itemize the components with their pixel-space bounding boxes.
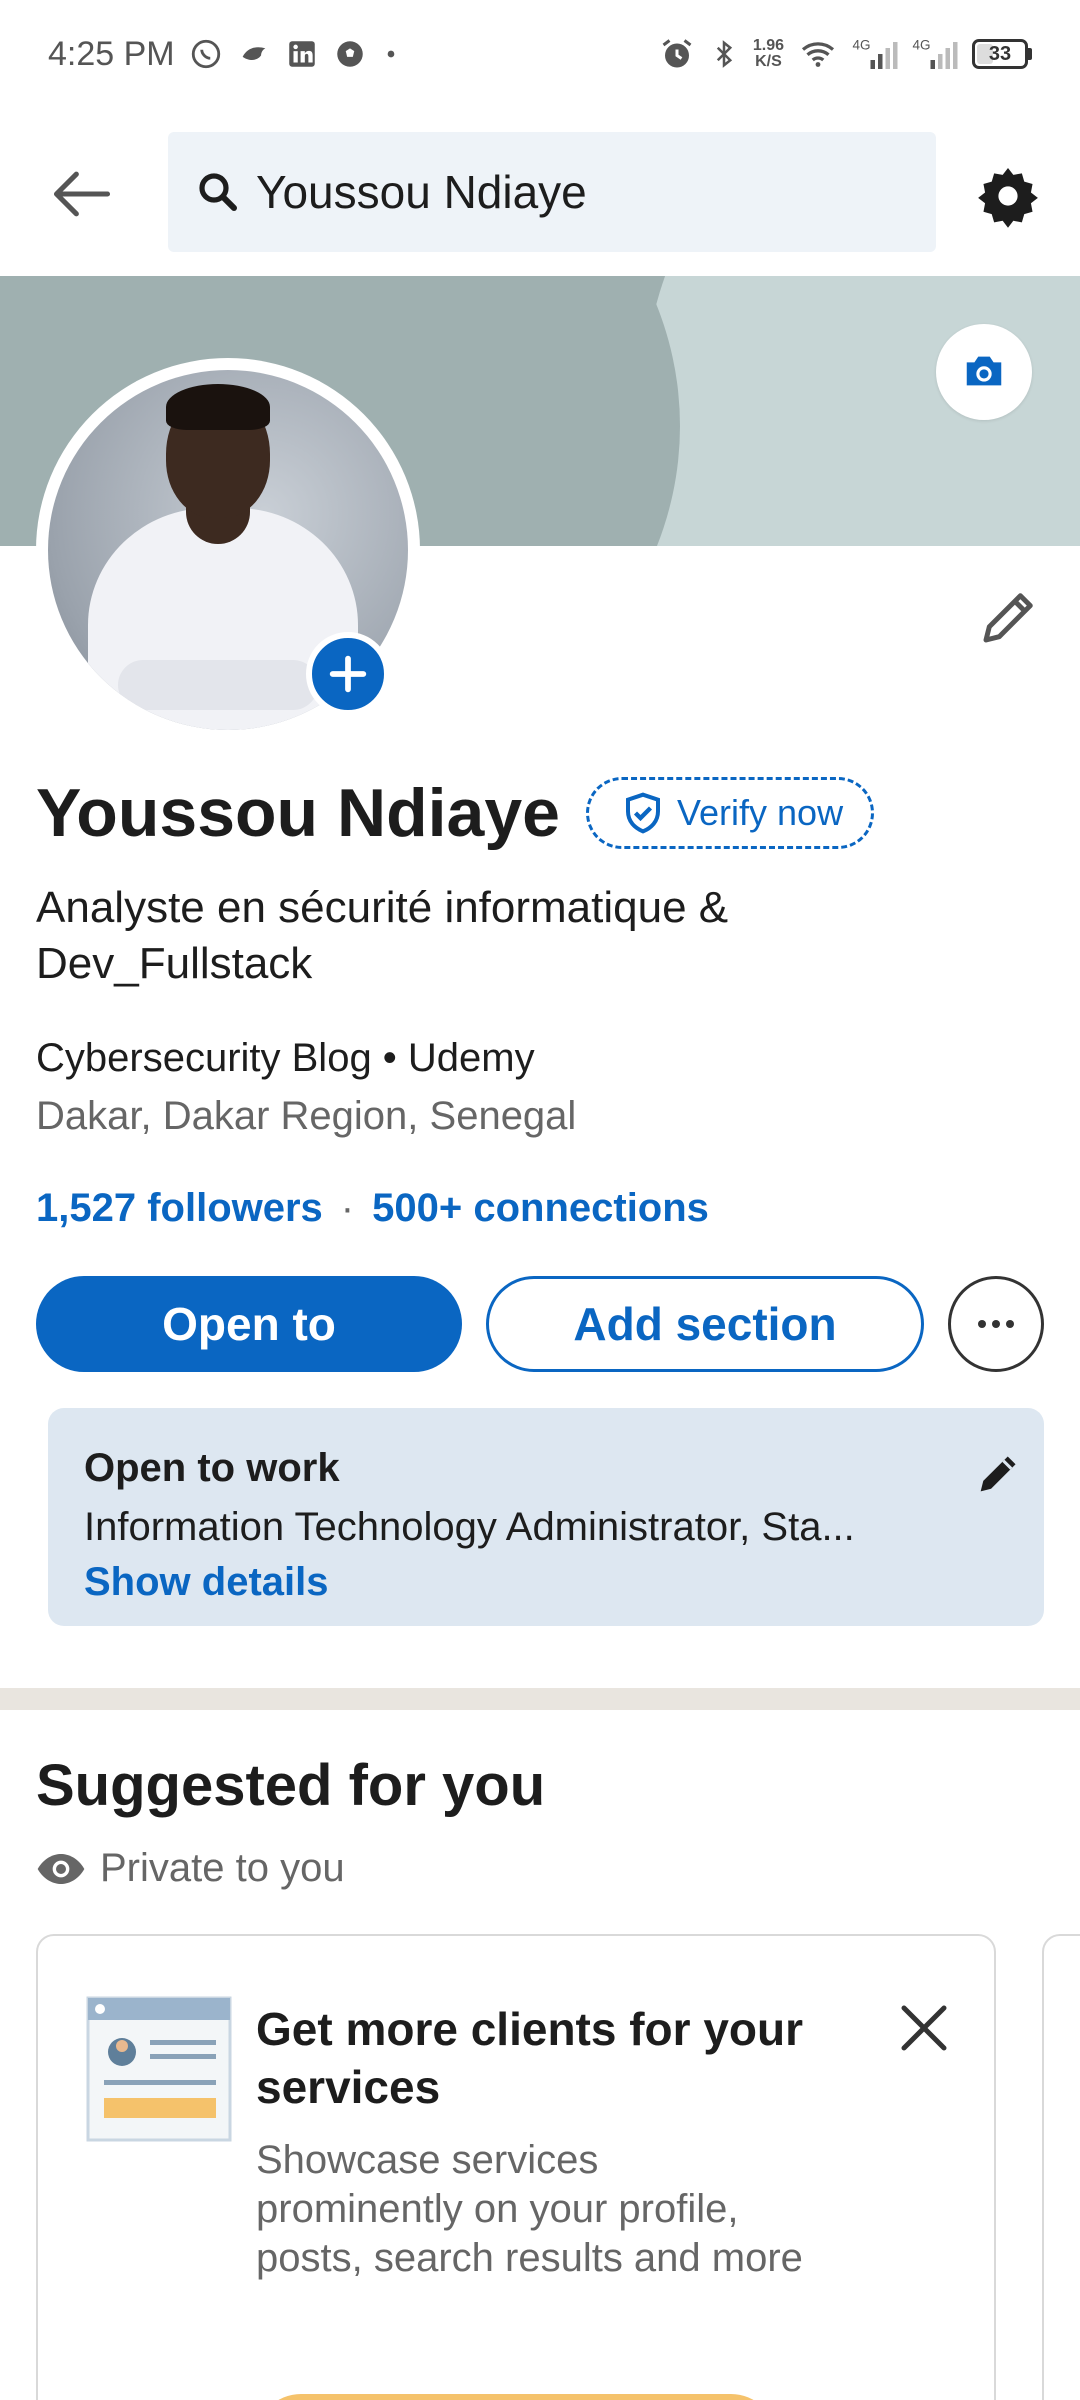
battery-icon: 33 [972, 39, 1028, 69]
privacy-note: Private to you [36, 1846, 345, 1891]
pencil-icon [980, 1456, 1016, 1492]
name-row: Youssou Ndiaye Verify now [36, 774, 875, 852]
search-icon [199, 173, 237, 211]
section-divider [0, 1688, 1080, 1710]
pencil-icon [983, 593, 1033, 643]
signal-2-icon: 4G [913, 38, 958, 69]
edit-intro-button[interactable] [968, 578, 1048, 658]
profile-card-illustration-icon [86, 1996, 232, 2142]
eye-icon [37, 1853, 85, 1884]
status-bar: 4:25 PM 1.96 K/S 4G 4G 33 [0, 0, 1080, 108]
show-details-link[interactable]: Show details [84, 1560, 1008, 1605]
whatsapp-icon [191, 39, 220, 69]
dot-icon [387, 50, 394, 58]
verify-label: Verify now [676, 792, 844, 833]
profile-company[interactable]: Cybersecurity Blog • Udemy [36, 1036, 535, 1081]
add-section-button[interactable]: Add section [486, 1276, 924, 1372]
search-input[interactable]: Youssou Ndiaye [168, 132, 936, 252]
status-left: 4:25 PM [48, 35, 401, 74]
football-icon [336, 41, 363, 67]
arrow-left-icon [53, 171, 111, 217]
linkedin-icon [288, 41, 315, 67]
battery-level: 33 [988, 42, 1012, 65]
profile-location: Dakar, Dakar Region, Senegal [36, 1094, 577, 1138]
dismiss-suggestion-button[interactable] [888, 1992, 960, 2064]
suggested-title: Suggested for you [36, 1753, 546, 1818]
open-to-work-description: Information Technology Administrator, St… [84, 1505, 855, 1549]
bird-app-icon [242, 47, 265, 61]
connections-link[interactable]: 500+ connections [372, 1186, 709, 1231]
network-stats: 1,527 followers · 500+ connections [36, 1186, 709, 1231]
network-2-label: 4G [913, 38, 931, 53]
status-time: 4:25 PM [48, 34, 175, 73]
edit-banner-button[interactable] [936, 324, 1032, 420]
shield-check-icon [625, 792, 660, 834]
bluetooth-icon [716, 40, 732, 68]
stats-separator: · [340, 1186, 355, 1230]
network-speed: 1.96 K/S [753, 38, 784, 70]
add-photo-button[interactable] [306, 632, 390, 716]
status-right: 1.96 K/S 4G 4G 33 [659, 36, 1032, 72]
battery-indicator: 33 [972, 39, 1032, 69]
open-to-work-card[interactable]: Open to work Information Technology Admi… [48, 1408, 1044, 1626]
suggestion-title: Get more clients for your services [256, 2003, 804, 2113]
open-to-work-title: Open to work [84, 1446, 340, 1490]
ellipsis-icon [978, 1320, 1014, 1328]
alarm-icon [662, 39, 692, 68]
suggestion-description: Showcase services prominently on your pr… [256, 2138, 803, 2280]
search-query: Youssou Ndiaye [256, 166, 587, 218]
settings-button[interactable] [970, 158, 1046, 234]
top-bar: Youssou Ndiaye [0, 128, 1080, 256]
gear-icon [978, 168, 1038, 228]
plus-icon [329, 655, 367, 693]
suggestion-cta-button[interactable] [256, 2394, 776, 2400]
speed-value: 1.96 [752, 37, 784, 54]
open-to-button[interactable]: Open to [36, 1276, 462, 1372]
profile-headline: Analyste en sécurité informatique & Dev_… [36, 883, 729, 988]
followers-link[interactable]: 1,527 followers [36, 1186, 323, 1231]
next-suggestion-card[interactable] [1042, 1934, 1080, 2400]
more-options-button[interactable] [948, 1276, 1044, 1372]
suggestion-card[interactable]: Get more clients for your services Showc… [36, 1934, 996, 2400]
close-icon [901, 2005, 947, 2051]
verify-now-button[interactable]: Verify now [585, 777, 875, 849]
camera-icon [966, 356, 1002, 386]
profile-name: Youssou Ndiaye [36, 775, 560, 851]
speed-unit: K/S [755, 53, 782, 70]
privacy-label: Private to you [100, 1846, 345, 1890]
back-button[interactable] [40, 158, 124, 230]
network-1-label: 4G [853, 38, 871, 53]
signal-1-icon: 4G [853, 38, 898, 69]
edit-open-to-work-button[interactable] [968, 1444, 1028, 1504]
wifi-icon [801, 42, 835, 67]
